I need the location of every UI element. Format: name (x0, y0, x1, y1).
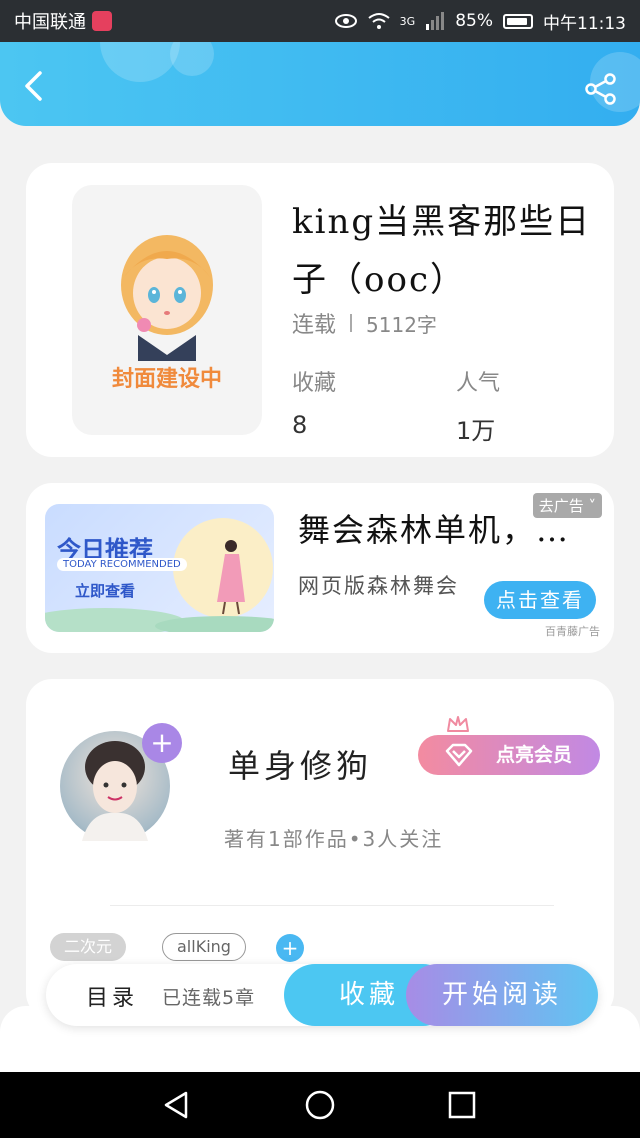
carrier-label: 中国联通 (14, 12, 86, 33)
header-bar (0, 42, 640, 126)
author-name: 单身修狗 (228, 747, 373, 785)
nav-home-icon[interactable] (304, 1089, 336, 1121)
ad-banner-button[interactable]: 立即查看 (75, 580, 135, 601)
book-cover[interactable]: 封面建设中 (72, 185, 262, 435)
nav-recents-icon[interactable] (446, 1089, 478, 1121)
book-info-card: 封面建设中 king当黑客那些日子（ooc） 连载 5112字 收藏 8 人气 … (26, 163, 614, 457)
popularity-label: 人气 (456, 371, 501, 396)
app-notification-icon (92, 11, 112, 31)
cover-caption: 封面建设中 (111, 367, 222, 392)
ad-title[interactable]: 舞会森林单机，… (298, 505, 570, 551)
clock: 中午11:13 (543, 13, 626, 34)
tag-item[interactable]: 二次元 (50, 933, 127, 961)
eye-icon (334, 14, 357, 28)
favorites-label: 收藏 (292, 371, 337, 396)
share-button[interactable] (584, 72, 618, 106)
chevron-down-icon: ˅ (583, 497, 596, 515)
tag-item[interactable]: allKing (162, 933, 246, 961)
cover-illustration (121, 235, 213, 361)
favorites-value: 8 (292, 411, 308, 439)
book-meta: 连载 5112字 (292, 307, 437, 339)
system-nav-bar (0, 1072, 640, 1138)
start-reading-button[interactable]: 开始阅读 (406, 964, 598, 1026)
vip-button-label: 点亮会员 (495, 744, 572, 766)
wifi-icon (368, 13, 390, 29)
ad-description: 网页版森林舞会 (298, 574, 459, 598)
book-title: king当黑客那些日子（ooc） (292, 202, 592, 300)
battery-percent: 85% (455, 11, 493, 31)
diamond-icon (445, 743, 473, 767)
toc-button[interactable]: 目录 (86, 980, 138, 1012)
nav-back-icon[interactable] (160, 1089, 192, 1121)
author-info: 著有1部作品•3人关注 (224, 827, 444, 851)
remove-ad-label: 去广告 (538, 497, 584, 515)
popularity-value: 1万 (456, 417, 496, 445)
ad-card[interactable]: 今日推荐 TODAY RECOMMENDED 立即查看 舞会森林单机，… 去广告… (26, 483, 614, 653)
follow-author-button[interactable]: + (142, 723, 182, 763)
remove-ad-button[interactable]: 去广告 ˅ (532, 493, 602, 518)
ad-banner-subtitle: TODAY RECOMMENDED (57, 558, 187, 571)
network-type-label: 3G (399, 14, 416, 28)
section-divider (110, 905, 554, 906)
battery-icon (503, 13, 533, 29)
add-tag-button[interactable]: + (276, 934, 304, 962)
ad-source-label: 百青藤广告 (545, 625, 600, 638)
back-button[interactable] (18, 70, 50, 102)
status-bar: 中国联通 3G 85% 中午11:13 (0, 0, 640, 42)
action-bar: 目录 已连载5章 收藏 开始阅读 (46, 964, 598, 1026)
book-status: 连载 (292, 313, 337, 338)
serial-status[interactable]: 已连载5章 (162, 983, 255, 1010)
ad-banner-image[interactable]: 今日推荐 TODAY RECOMMENDED 立即查看 (45, 504, 274, 632)
word-count: 5112字 (366, 312, 437, 337)
signal-icon (426, 12, 445, 30)
ad-view-button[interactable]: 点击查看 (484, 581, 596, 619)
meta-separator (350, 314, 353, 332)
crown-icon (447, 716, 469, 732)
